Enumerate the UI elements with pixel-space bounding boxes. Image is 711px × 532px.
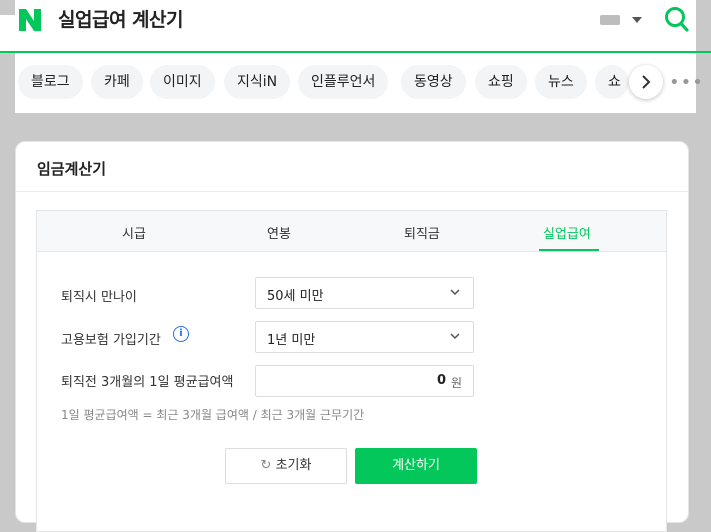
age-value: 50세 미만 <box>267 289 324 304</box>
insurance-value: 1년 미만 <box>267 333 316 348</box>
tab-severance[interactable]: 퇴직금 <box>404 223 440 242</box>
chip-image[interactable]: 이미지 <box>150 65 215 99</box>
calculator-tabs: 시급 연봉 퇴직금 실업급여 <box>37 211 666 252</box>
card-title: 임금계산기 <box>37 160 107 178</box>
chip-blog[interactable]: 블로그 <box>18 65 83 99</box>
divider <box>16 191 688 192</box>
age-select[interactable]: 50세 미만 <box>255 277 474 309</box>
search-icon[interactable] <box>664 6 690 34</box>
chip-kin[interactable]: 지식iN <box>224 65 291 99</box>
chevron-right-icon <box>642 75 651 89</box>
category-bar: 블로그 카페 이미지 지식iN 인플루언서 동영상 쇼핑 뉴스 쇼 <box>15 53 711 113</box>
chevron-down-icon <box>450 333 460 340</box>
chip-influencer[interactable]: 인플루언서 <box>298 65 389 99</box>
chevron-down-icon <box>450 289 460 296</box>
chip-cafe[interactable]: 카페 <box>91 65 143 99</box>
info-icon[interactable]: i <box>173 326 189 342</box>
active-tab-indicator <box>539 249 599 251</box>
naver-logo[interactable] <box>17 7 43 33</box>
refresh-icon: ↻ <box>260 458 272 473</box>
header: 실업급여 계산기 <box>0 0 711 52</box>
more-icon[interactable]: ••• <box>669 72 704 93</box>
wage-calculator-card: 임금계산기 시급 연봉 퇴직금 실업급여 퇴직시 만나이 50세 미만 고용보험… <box>15 141 689 532</box>
wage-label: 퇴직전 3개월의 1일 평균급여액 <box>61 375 234 390</box>
chip-partial[interactable]: 쇼 <box>595 65 629 99</box>
reset-label: 초기화 <box>275 458 312 473</box>
keyboard-icon[interactable] <box>600 15 620 25</box>
chevron-down-icon[interactable] <box>632 17 642 23</box>
tab-annual[interactable]: 연봉 <box>267 223 291 242</box>
tab-hourly[interactable]: 시급 <box>122 223 146 242</box>
overlay-edge <box>696 0 711 52</box>
wage-value: 0 <box>436 373 446 388</box>
insurance-select[interactable]: 1년 미만 <box>255 321 474 353</box>
calculator-panel: 시급 연봉 퇴직금 실업급여 퇴직시 만나이 50세 미만 고용보험 가입기간 … <box>36 210 667 532</box>
chip-video[interactable]: 동영상 <box>401 65 466 99</box>
reset-button[interactable]: ↻ 초기화 <box>225 448 347 484</box>
wage-input[interactable]: 0 원 <box>255 365 474 397</box>
calculate-button[interactable]: 계산하기 <box>355 448 477 484</box>
wage-unit: 원 <box>450 376 462 390</box>
insurance-label: 고용보험 가입기간 <box>61 333 161 348</box>
tab-unemployment[interactable]: 실업급여 <box>543 223 591 242</box>
overlay-corner <box>0 0 15 15</box>
chip-shopping[interactable]: 쇼핑 <box>475 65 527 99</box>
search-query[interactable]: 실업급여 계산기 <box>58 5 183 32</box>
chip-news[interactable]: 뉴스 <box>535 65 587 99</box>
scroll-right-button[interactable] <box>629 65 663 99</box>
age-label: 퇴직시 만나이 <box>61 290 137 305</box>
formula-note: 1일 평균급여액 = 최근 3개월 급여액 / 최근 3개월 근무기간 <box>61 408 365 422</box>
